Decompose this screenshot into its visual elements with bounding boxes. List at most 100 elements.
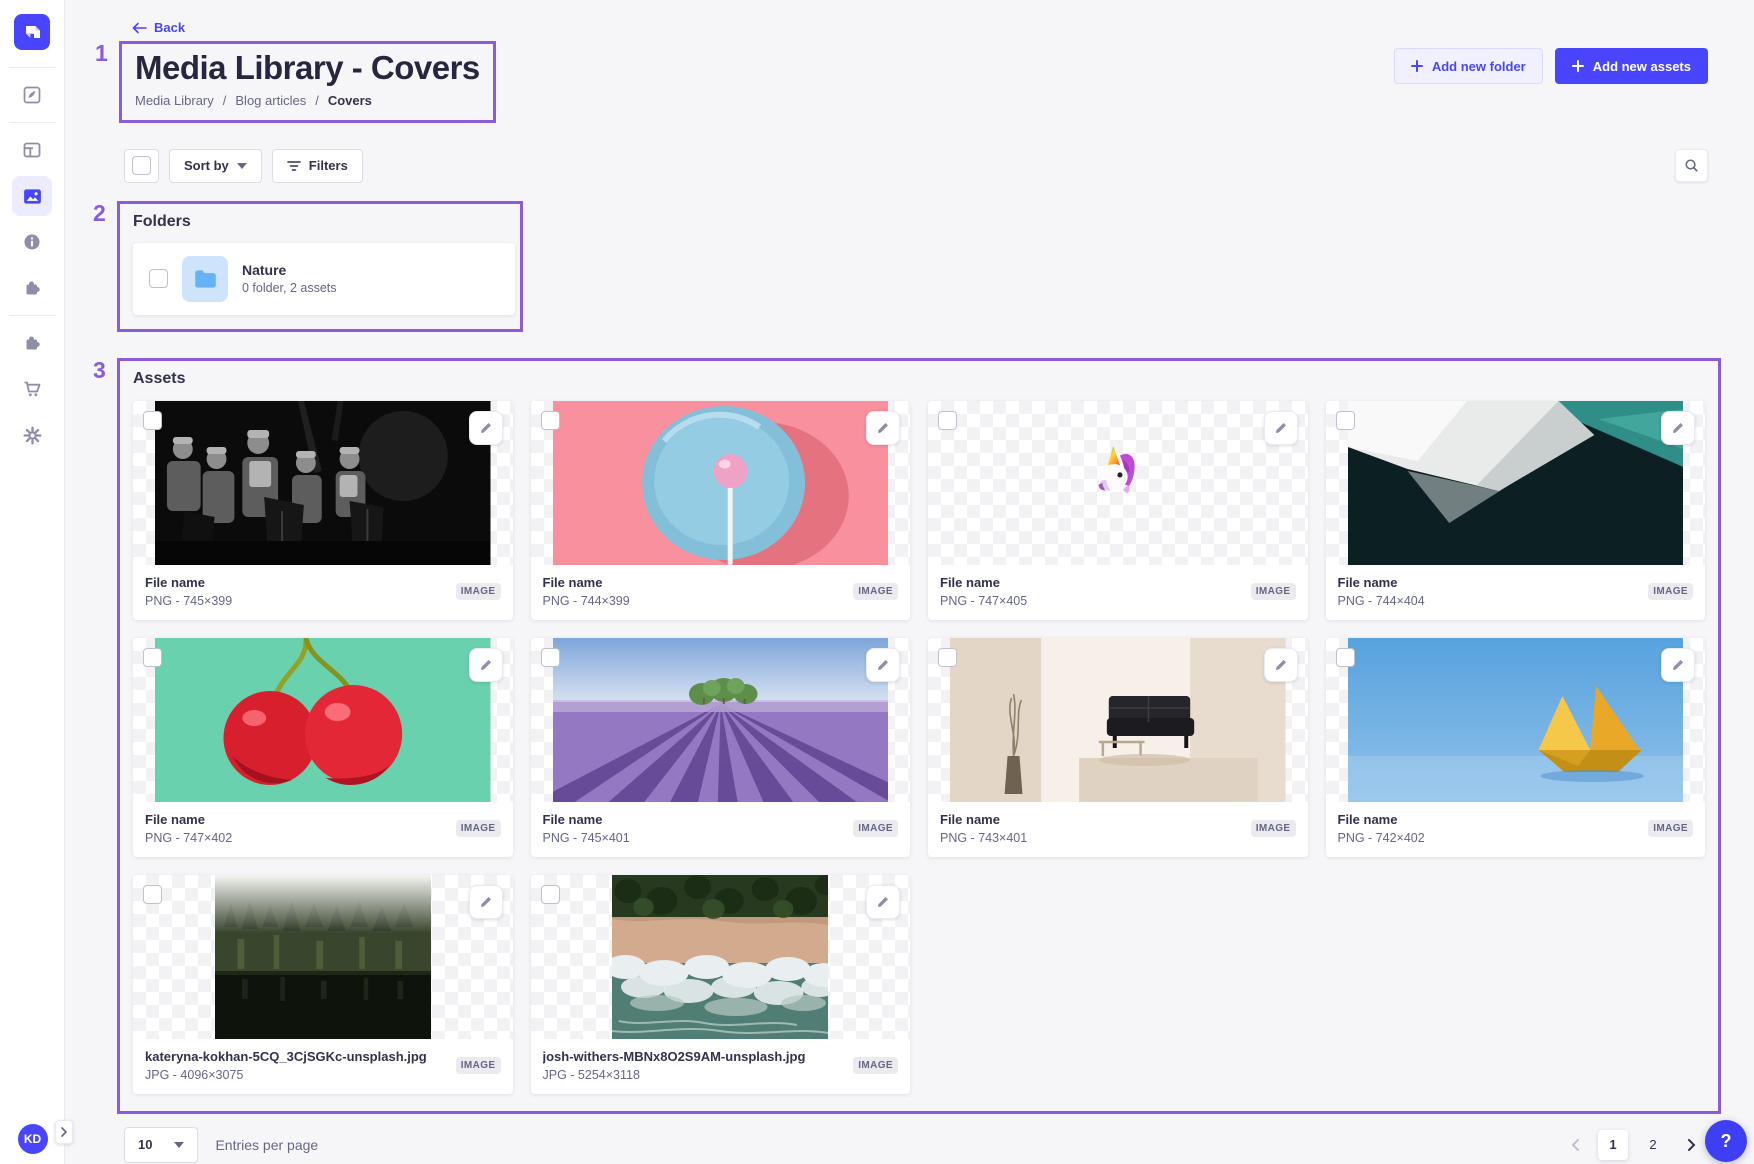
sidebar-item-content-type-builder[interactable] [12,130,52,170]
asset-meta: PNG - 744×399 [543,594,846,608]
edit-asset-button[interactable] [1264,648,1298,682]
edit-asset-button[interactable] [866,411,900,445]
asset-checkbox[interactable] [1336,411,1355,430]
asset-card[interactable]: File name PNG - 747×405 IMAGE [928,401,1308,620]
edit-asset-button[interactable] [469,648,503,682]
add-new-assets-button[interactable]: Add new assets [1555,48,1708,84]
asset-card[interactable]: File name PNG - 747×402 IMAGE [133,638,513,857]
chevron-right-icon [60,1127,68,1137]
asset-thumbnail [531,875,911,1039]
folder-name: Nature [242,262,337,278]
edit-asset-button[interactable] [469,885,503,919]
asset-checkbox[interactable] [938,411,957,430]
lollipop-photo-image [553,401,889,565]
pencil-icon [479,895,493,909]
sidebar-item-marketplace[interactable] [12,323,52,363]
pencil-icon [876,895,890,909]
asset-card[interactable]: josh-withers-MBNx8O2S9AM-unsplash.jpg JP… [531,875,911,1094]
breadcrumb-item-blog-articles[interactable]: Blog articles [235,93,306,108]
page-button-1[interactable]: 1 [1598,1130,1628,1160]
filters-button[interactable]: Filters [272,149,363,183]
edit-asset-button[interactable] [1264,411,1298,445]
sidebar-item-settings[interactable] [12,415,52,455]
filters-label: Filters [309,158,348,173]
asset-info: File name PNG - 745×401 [543,812,846,845]
asset-footer: josh-withers-MBNx8O2S9AM-unsplash.jpg JP… [531,1039,911,1094]
sidebar-item-documentation[interactable] [12,222,52,262]
edit-asset-button[interactable] [866,648,900,682]
edit-asset-button[interactable] [1661,648,1695,682]
sidebar-item-content-manager[interactable] [12,75,52,115]
asset-checkbox[interactable] [143,411,162,430]
asset-thumbnail [928,401,1308,565]
pagination: 10 Entries per page 1 2 [124,1127,1708,1163]
sidebar-item-media-library[interactable] [12,176,52,216]
asset-checkbox[interactable] [541,411,560,430]
toolbar: Sort by Filters [124,149,1708,183]
select-all-checkbox[interactable] [132,156,151,175]
asset-checkbox[interactable] [143,648,162,667]
asset-checkbox[interactable] [541,648,560,667]
asset-info: File name PNG - 747×405 [940,575,1243,608]
asset-title: File name [543,812,846,827]
asset-info: File name PNG - 744×404 [1338,575,1641,608]
edit-asset-button[interactable] [1661,411,1695,445]
asset-info: File name PNG - 747×402 [145,812,448,845]
annotation-number-3: 3 [93,357,106,384]
asset-title: File name [543,575,846,590]
folder-card-nature[interactable]: Nature 0 folder, 2 assets [133,243,515,315]
page-button-2[interactable]: 2 [1638,1130,1668,1160]
select-all-button[interactable] [124,149,159,183]
cherries-photo-image [155,638,491,802]
asset-checkbox[interactable] [938,648,957,667]
grid-empty-cell [928,875,1308,1094]
asset-card[interactable]: File name PNG - 744×404 IMAGE [1326,401,1706,620]
back-arrow-icon [132,22,147,34]
asset-card[interactable]: File name PNG - 745×399 IMAGE [133,401,513,620]
add-new-folder-button[interactable]: Add new folder [1394,48,1543,84]
asset-card[interactable]: File name PNG - 743×401 IMAGE [928,638,1308,857]
asset-card[interactable]: kateryna-kokhan-5CQ_3CjSGKc-unsplash.jpg… [133,875,513,1094]
add-new-folder-label: Add new folder [1432,59,1526,74]
folder-checkbox[interactable] [149,269,168,288]
asset-checkbox[interactable] [1336,648,1355,667]
strapi-logo[interactable] [14,14,50,50]
asset-info: josh-withers-MBNx8O2S9AM-unsplash.jpg JP… [543,1049,846,1082]
edit-asset-button[interactable] [866,885,900,919]
annotation-box-3: 3 Assets [117,358,1721,1114]
next-page-button[interactable] [1678,1132,1704,1158]
asset-meta: PNG - 744×404 [1338,594,1641,608]
asset-checkbox[interactable] [143,885,162,904]
breadcrumb-separator: / [223,93,227,108]
asset-card[interactable]: File name PNG - 742×402 IMAGE [1326,638,1706,857]
asset-meta: JPG - 4096×3075 [145,1068,448,1082]
asset-thumbnail [1326,401,1706,565]
entries-per-page-select[interactable]: 10 [124,1127,198,1163]
pencil-icon [1671,421,1685,435]
assets-heading: Assets [133,370,1705,388]
edit-asset-button[interactable] [469,411,503,445]
help-button[interactable]: ? [1705,1120,1747,1162]
back-link[interactable]: Back [132,20,185,35]
asset-thumbnail [133,875,513,1039]
sort-by-button[interactable]: Sort by [169,149,262,183]
asset-type-badge: IMAGE [853,820,898,837]
sidebar-item-plugins[interactable] [12,268,52,308]
asset-meta: JPG - 5254×3118 [543,1068,846,1082]
search-button[interactable] [1675,149,1708,182]
asset-checkbox[interactable] [541,885,560,904]
asset-title: kateryna-kokhan-5CQ_3CjSGKc-unsplash.jpg [145,1049,448,1064]
chevron-down-icon [174,1142,184,1148]
asset-info: File name PNG - 742×402 [1338,812,1641,845]
sidebar-divider [9,67,56,68]
asset-footer: kateryna-kokhan-5CQ_3CjSGKc-unsplash.jpg… [133,1039,513,1094]
sidebar-expand-button[interactable] [55,1120,73,1144]
asset-card[interactable]: File name PNG - 745×401 IMAGE [531,638,911,857]
chevron-left-icon [1571,1139,1580,1151]
sidebar-item-purchase[interactable] [12,369,52,409]
previous-page-button[interactable] [1562,1132,1588,1158]
user-avatar[interactable]: KD [18,1124,48,1154]
asset-card[interactable]: File name PNG - 744×399 IMAGE [531,401,911,620]
breadcrumb-item-media-library[interactable]: Media Library [135,93,214,108]
asset-thumbnail [531,401,911,565]
